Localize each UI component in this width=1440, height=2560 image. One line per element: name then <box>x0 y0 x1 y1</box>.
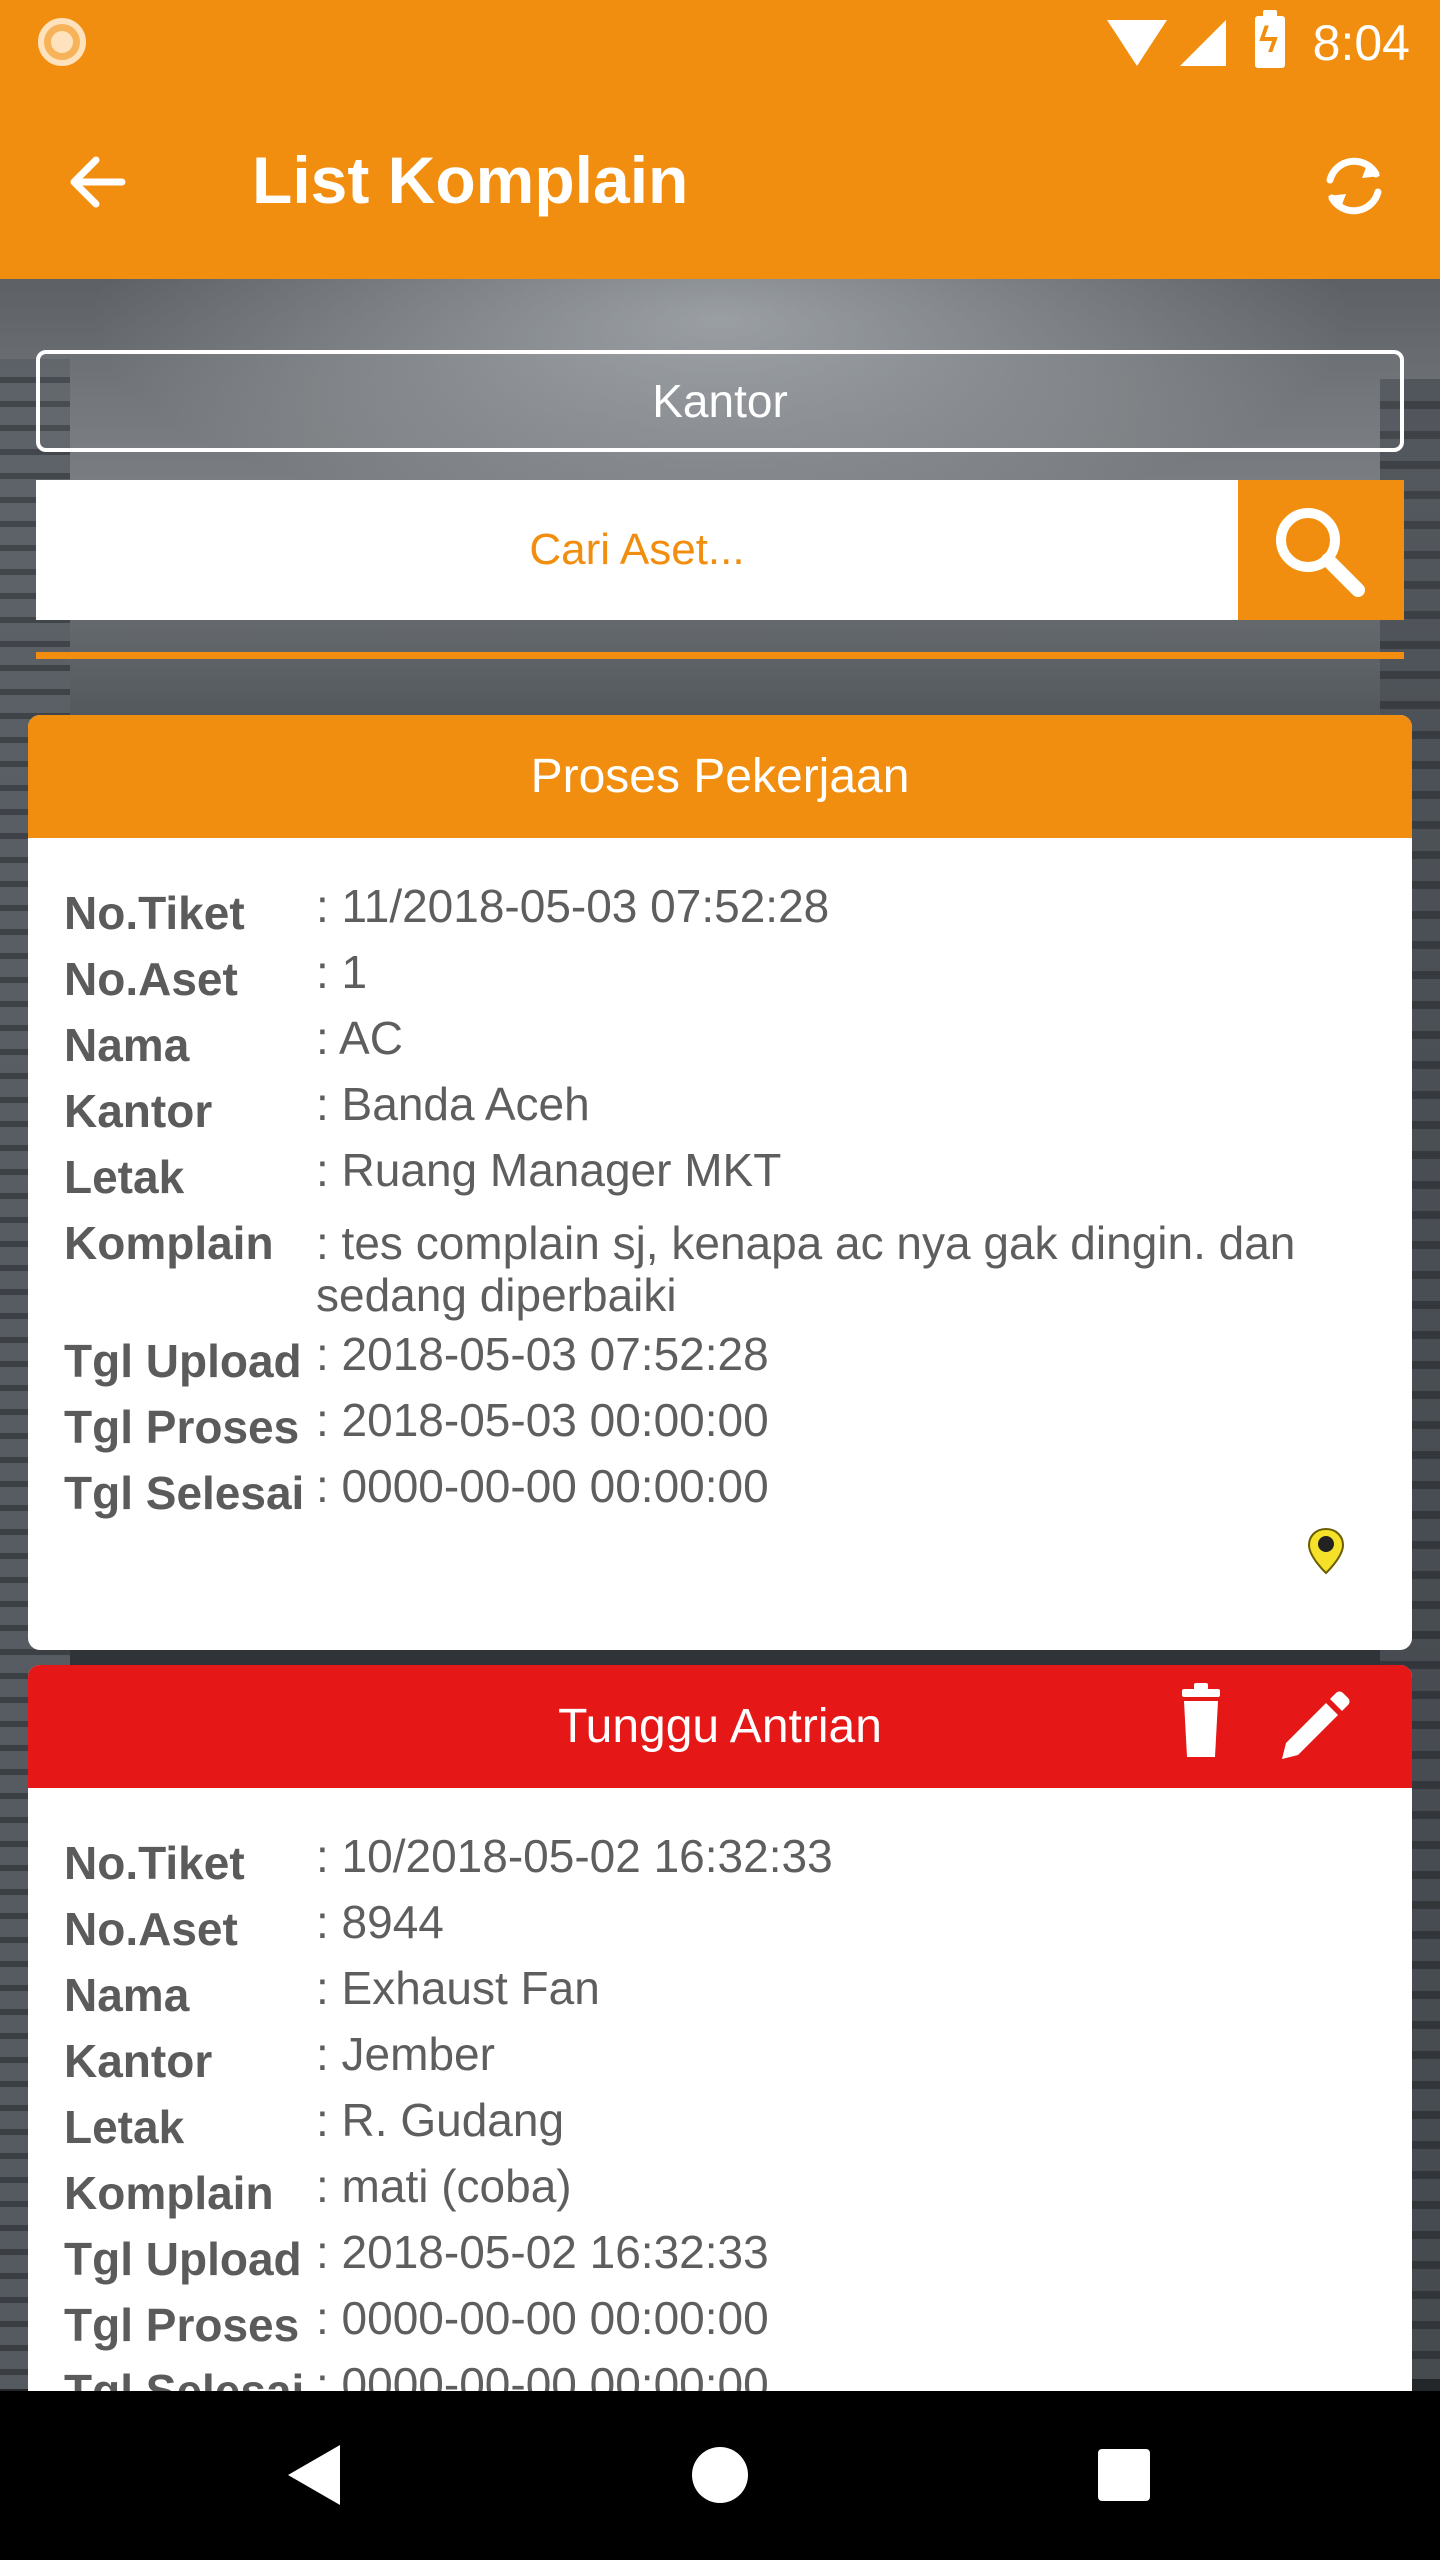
detail-row: Nama : AC <box>28 1012 1412 1078</box>
detail-row: Letak : R. Gudang <box>28 2094 1412 2160</box>
upload-value: : 2018-05-03 07:52:28 <box>316 1328 769 1380</box>
detail-row: Tgl Proses : 0000-00-00 00:00:00 <box>28 2292 1412 2358</box>
divider <box>36 652 1404 659</box>
name-value: : AC <box>316 1012 403 1064</box>
detail-row: No.Tiket : 10/2018-05-02 16:32:33 <box>28 1830 1412 1896</box>
ticket-label: No.Tiket <box>64 1837 245 1889</box>
search-icon <box>1276 508 1365 597</box>
name-label: Nama <box>64 1969 190 2021</box>
detail-row: Tgl Proses : 2018-05-03 00:00:00 <box>28 1394 1412 1460</box>
nav-back-icon[interactable] <box>288 2445 340 2505</box>
search-input[interactable] <box>36 480 1238 620</box>
complaint-card[interactable]: Tunggu Antrian No.Tiket: 10/2018-05-02 1… <box>28 1665 1412 2425</box>
complaint-card[interactable]: Proses Pekerjaan No.Tiket : 11/2018-05-03… <box>28 715 1412 1650</box>
process-value: : 0000-00-00 00:00:00 <box>316 2292 769 2344</box>
location-label: Letak <box>64 1151 185 1203</box>
ticket-label: No.Tiket <box>64 887 245 939</box>
detail-row: No.Aset : 1 <box>28 946 1412 1012</box>
detail-row: Tgl Upload : 2018-05-02 16:32:33 <box>28 2226 1412 2292</box>
office-value: : Jember <box>316 2028 495 2080</box>
status-header: Proses Pekerjaan <box>28 715 1412 838</box>
detail-row: Letak : Ruang Manager MKT <box>28 1144 1412 1210</box>
wifi-icon <box>1107 20 1167 66</box>
detail-row: Kantor : Banda Aceh <box>28 1078 1412 1144</box>
process-value: : 2018-05-03 00:00:00 <box>316 1394 769 1446</box>
signal-icon <box>1180 20 1226 66</box>
location-value: : R. Gudang <box>316 2094 565 2146</box>
done-label: Tgl Selesai <box>64 1467 305 1519</box>
name-label: Nama <box>64 1019 190 1071</box>
detail-row: No.Tiket : 11/2018-05-03 07:52:28 <box>28 880 1412 946</box>
ticket-value: : 10/2018-05-02 16:32:33 <box>316 1830 833 1882</box>
trash-icon[interactable] <box>1156 1677 1246 1767</box>
complaint-value: : tes complain sj, kenapa ac nya gak din… <box>316 1217 1296 1321</box>
done-value: : 0000-00-00 00:00:00 <box>316 1460 769 1512</box>
upload-value: : 2018-05-02 16:32:33 <box>316 2226 769 2278</box>
page-title: List Komplain <box>252 143 689 217</box>
refresh-icon[interactable] <box>1318 150 1390 222</box>
office-label: Kantor <box>64 2035 213 2087</box>
app-bar: List Komplain <box>0 84 1440 279</box>
complaint-label: Komplain <box>64 2167 274 2219</box>
nav-recents-icon[interactable] <box>1098 2449 1150 2501</box>
notification-icon <box>38 18 86 66</box>
battery-charging-icon <box>1255 10 1285 68</box>
map-pin-icon[interactable] <box>1306 1527 1346 1575</box>
location-label: Letak <box>64 2101 185 2153</box>
detail-row: Nama : Exhaust Fan <box>28 1962 1412 2028</box>
upload-label: Tgl Upload <box>64 1335 302 1387</box>
complaint-label: Komplain <box>64 1217 274 1269</box>
asset-label: No.Aset <box>64 953 238 1005</box>
edit-icon[interactable] <box>1268 1677 1358 1767</box>
office-label: Kantor <box>64 1085 213 1137</box>
office-value: : Banda Aceh <box>316 1078 590 1130</box>
name-value: : Exhaust Fan <box>316 1962 600 2014</box>
detail-row: Tgl Selesai: 0000-00-00 00:00:00 <box>28 1460 1412 1526</box>
complaint-details: No.Tiket : 10/2018-05-02 16:32:33 No.Aset… <box>28 1788 1412 2424</box>
search-button[interactable] <box>1238 480 1404 620</box>
detail-row: Komplain : mati (coba) <box>28 2160 1412 2226</box>
detail-row: Tgl Upload : 2018-05-03 07:52:28 <box>28 1328 1412 1394</box>
asset-value: : 8944 <box>316 1896 444 1948</box>
complaint-details: No.Tiket : 11/2018-05-03 07:52:28 No.Aset… <box>28 838 1412 1526</box>
location-value: : Ruang Manager MKT <box>316 1144 782 1196</box>
detail-row: No.Aset : 8944 <box>28 1896 1412 1962</box>
detail-row: Kantor : Jember <box>28 2028 1412 2094</box>
office-select[interactable]: Kantor <box>36 350 1404 452</box>
detail-row: Komplain : tes complain sj, kenapa ac nya… <box>28 1210 1412 1328</box>
status-bar: 8:04 <box>0 0 1440 84</box>
system-nav-bar <box>0 2391 1440 2560</box>
ticket-value: : 11/2018-05-03 07:52:28 <box>316 880 830 932</box>
search-bar <box>36 480 1404 620</box>
nav-home-icon[interactable] <box>692 2447 748 2503</box>
process-label: Tgl Proses <box>64 1401 300 1453</box>
process-label: Tgl Proses <box>64 2299 300 2351</box>
asset-label: No.Aset <box>64 1903 238 1955</box>
arrow-left-icon[interactable] <box>62 146 134 218</box>
asset-value: : 1 <box>316 946 368 998</box>
upload-label: Tgl Upload <box>64 2233 302 2285</box>
complaint-value: : mati (coba) <box>316 2160 572 2212</box>
status-time: 8:04 <box>1312 15 1410 71</box>
